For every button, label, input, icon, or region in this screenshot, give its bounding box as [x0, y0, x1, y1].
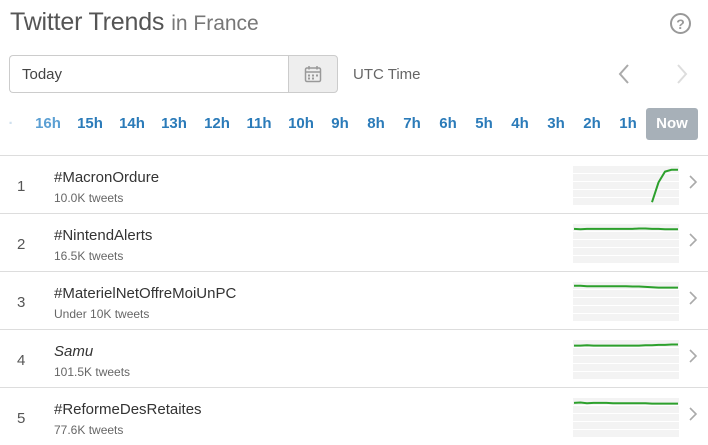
hour-tab-2h[interactable]: 2h — [577, 108, 607, 140]
sparkline-line — [573, 401, 678, 405]
sparkline-band — [573, 240, 679, 247]
hour-selector: · 16h 15h 14h 13h 12h 11h 10h 9h 8h 7h 6h 5h 4h 3h 2h 1… — [0, 108, 708, 140]
sparkline-band — [573, 166, 679, 173]
chevron-left-icon[interactable] — [612, 59, 636, 89]
sparkline-band — [573, 306, 679, 313]
hour-tab-5h[interactable]: 5h — [469, 108, 499, 140]
hour-tab-13h[interactable]: 13h — [156, 108, 192, 140]
trend-row[interactable]: 2 #NintendAlerts 16.5K tweets — [0, 213, 708, 271]
trend-rank: 5 — [17, 410, 26, 427]
hour-tab-16h[interactable]: 16h — [28, 108, 68, 140]
trend-rank: 1 — [17, 178, 26, 195]
chevron-right-icon[interactable] — [688, 406, 698, 427]
page-title: Twitter Trends — [10, 8, 165, 36]
sparkline-band — [573, 414, 679, 421]
trend-tweet-count: 77.6K tweets — [54, 423, 124, 437]
trend-name[interactable]: Samu — [54, 343, 93, 360]
sparkline-band — [573, 422, 679, 429]
question-circle-icon[interactable]: ? — [670, 13, 691, 34]
sparkline-band — [573, 314, 679, 321]
sparkline-line — [573, 227, 678, 231]
hour-tab-1h[interactable]: 1h — [613, 108, 643, 140]
trend-list: 1 #MacronOrdure 10.0K tweets 2 #NintendAlert… — [0, 155, 708, 445]
sparkline-band — [573, 364, 679, 371]
hour-tab-6h[interactable]: 6h — [433, 108, 463, 140]
trend-sparkline — [573, 224, 679, 263]
date-input[interactable] — [9, 55, 289, 93]
hour-tab-12h[interactable]: 12h — [199, 108, 235, 140]
utc-time-label: UTC Time — [353, 66, 421, 83]
sparkline-band — [573, 182, 679, 189]
chevron-right-icon[interactable] — [688, 232, 698, 253]
hour-tab-8h[interactable]: 8h — [361, 108, 391, 140]
sparkline-band — [573, 290, 679, 297]
sparkline-band — [573, 248, 679, 255]
sparkline-band — [573, 372, 679, 379]
trend-name[interactable]: #ReformeDesRetaites — [54, 401, 202, 418]
sparkline-band — [573, 356, 679, 363]
chevron-right-icon[interactable] — [688, 290, 698, 311]
trend-sparkline — [573, 282, 679, 321]
hour-tab-15h[interactable]: 15h — [72, 108, 108, 140]
location-label: in France — [171, 12, 259, 35]
calendar-button[interactable] — [288, 55, 338, 93]
trend-rank: 4 — [17, 352, 26, 369]
calendar-icon — [304, 66, 322, 83]
hour-tab-4h[interactable]: 4h — [505, 108, 535, 140]
hour-tab-7h[interactable]: 7h — [397, 108, 427, 140]
sparkline-line — [574, 343, 678, 347]
trend-row[interactable]: 3 #MaterielNetOffreMoiUnPC Under 10K tweet… — [0, 271, 708, 329]
trend-row[interactable]: 4 Samu 101.5K tweets — [0, 329, 708, 387]
trend-sparkline — [573, 340, 679, 379]
sparkline-band — [573, 190, 679, 197]
trend-name[interactable]: #NintendAlerts — [54, 227, 152, 244]
trend-tweet-count: 16.5K tweets — [54, 249, 124, 263]
trend-sparkline — [573, 166, 679, 205]
hour-scroll-hint: · — [8, 115, 14, 132]
trend-name[interactable]: #MacronOrdure — [54, 169, 159, 186]
trend-row[interactable]: 5 #ReformeDesRetaites 77.6K tweets — [0, 387, 708, 445]
trend-name[interactable]: #MaterielNetOffreMoiUnPC — [54, 285, 236, 302]
date-controls: UTC Time — [9, 55, 708, 93]
trend-tweet-count: 101.5K tweets — [54, 365, 131, 379]
sparkline-band — [573, 298, 679, 305]
trend-tweet-count: Under 10K tweets — [54, 307, 150, 321]
trend-rank: 3 — [17, 294, 26, 311]
trend-tweet-count: 10.0K tweets — [54, 191, 124, 205]
chevron-right-icon[interactable] — [688, 348, 698, 369]
hour-tab-9h[interactable]: 9h — [325, 108, 355, 140]
trend-row[interactable]: 1 #MacronOrdure 10.0K tweets — [0, 155, 708, 213]
hour-tab-10h[interactable]: 10h — [283, 108, 319, 140]
page-header: Twitter Trends in France — [10, 8, 259, 44]
sparkline-band — [573, 406, 679, 413]
sparkline-band — [573, 430, 679, 437]
chevron-right-icon[interactable] — [688, 174, 698, 195]
sparkline-band — [573, 232, 679, 239]
sparkline-band — [573, 198, 679, 205]
hour-tab-11h[interactable]: 11h — [241, 108, 277, 140]
chevron-right-icon — [670, 59, 694, 89]
hour-tab-3h[interactable]: 3h — [541, 108, 571, 140]
hour-tab-now[interactable]: Now — [646, 108, 698, 140]
trend-sparkline — [573, 398, 679, 437]
trend-rank: 2 — [17, 236, 26, 253]
hour-tab-14h[interactable]: 14h — [114, 108, 150, 140]
sparkline-band — [573, 256, 679, 263]
sparkline-band — [573, 348, 679, 355]
